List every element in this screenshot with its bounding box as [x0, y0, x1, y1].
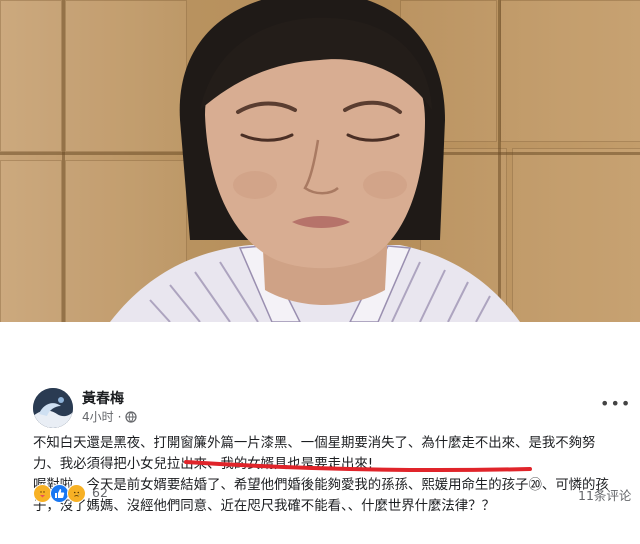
reaction-count[interactable]: 62	[92, 485, 108, 500]
post-text-line: 喔對啦，今天是前女婿要結婚了、希望他們婚後能夠愛我的孫孫、熙媛用命生的孩子⑳、可…	[33, 478, 609, 493]
more-options-icon[interactable]: •••	[600, 394, 631, 413]
author-name[interactable]: 黃春梅	[82, 388, 124, 408]
facebook-post: 黃春梅 4小时 · ••• 不知白天還是黑夜、打開窗簾外篇一片漆黑、一個星期要消…	[0, 322, 640, 544]
comments-count[interactable]: 11条评论	[578, 485, 631, 504]
dot-separator: ·	[117, 409, 122, 424]
avatar-image	[33, 388, 73, 428]
post-text-line: 子，沒了媽媽、沒經他們同意、近在咫尺我確不能看、、什麼世界什麼法律？？	[33, 499, 495, 514]
globe-icon	[125, 410, 138, 423]
woman-portrait	[110, 0, 520, 322]
post-photo[interactable]	[0, 0, 640, 322]
sad-icon	[67, 483, 86, 503]
post-text: 不知白天還是黑夜、打開窗簾外篇一片漆黑、一個星期要消失了、為什麼走不出來、是我不…	[33, 433, 633, 517]
post-meta: 4小时 ·	[82, 408, 138, 425]
reactions-summary[interactable]	[33, 482, 86, 504]
post-text-line: 不知白天還是黑夜、打開窗簾外篇一片漆黑、一個星期要消失了、為什麼走不出來、是我不…	[33, 436, 596, 451]
author-avatar[interactable]	[33, 388, 73, 428]
post-text-line: 力、我必須得把小女兒拉出來、我的女婿具也是要走出來!	[33, 457, 374, 472]
post-time[interactable]: 4小时	[82, 408, 114, 425]
